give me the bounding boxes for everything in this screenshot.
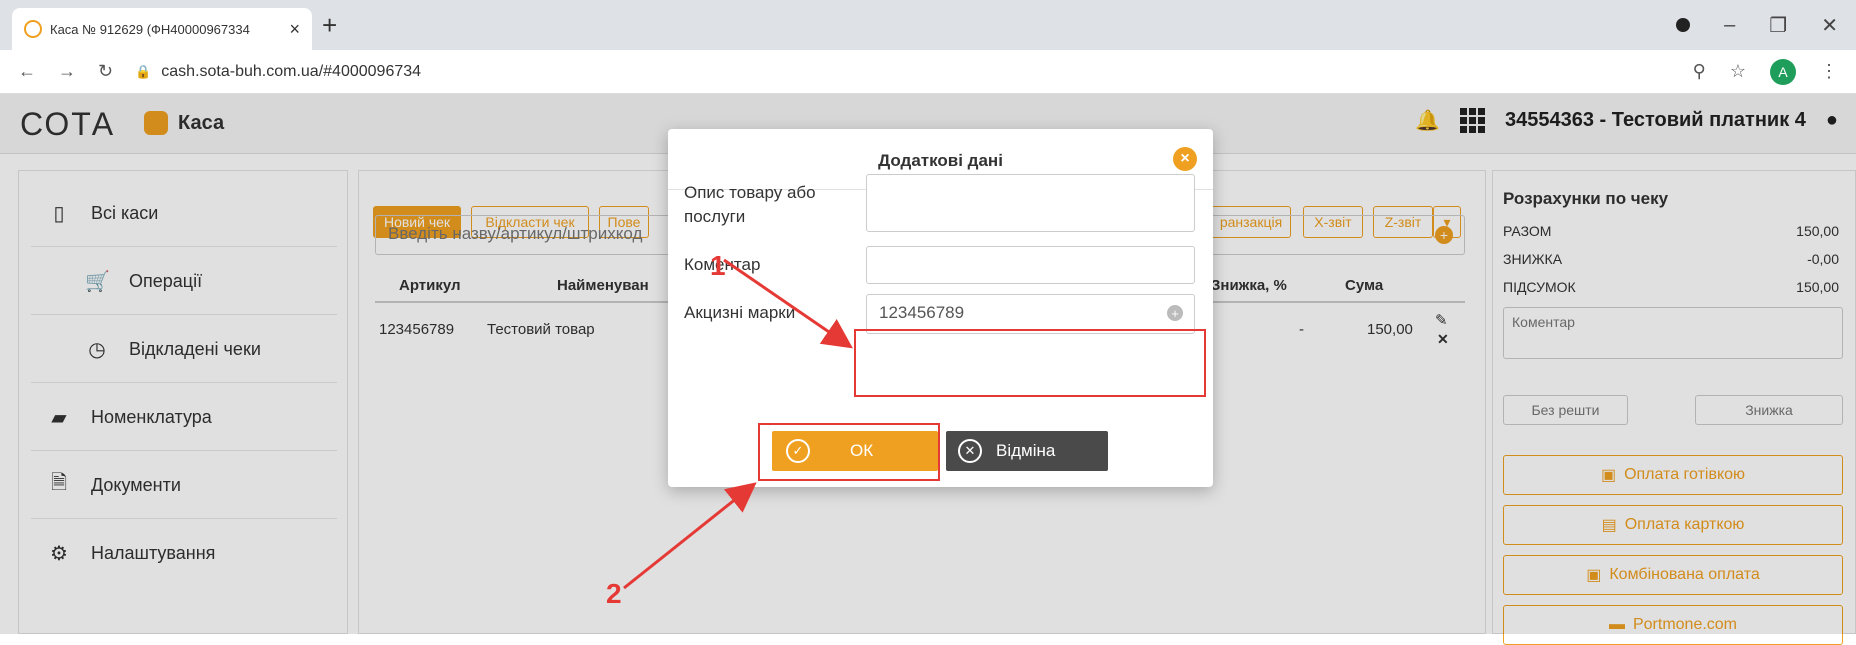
arrow-1 (723, 258, 853, 349)
arrow-2 (623, 482, 757, 590)
annotation-arrows (623, 258, 853, 590)
